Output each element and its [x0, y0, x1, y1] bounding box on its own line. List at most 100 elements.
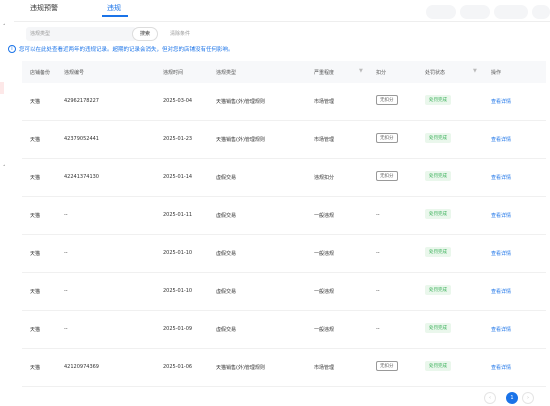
cell-type: 天猫销售(外)管理规则: [216, 99, 265, 105]
filter-icon[interactable]: ▼: [359, 68, 363, 74]
header-severity: 严重程度: [314, 70, 335, 76]
view-details-link[interactable]: 查看详情: [491, 136, 511, 143]
header-type: 违规类型: [216, 70, 237, 76]
cell-points: --: [376, 212, 380, 218]
cell-severity: 一般违规: [314, 213, 335, 219]
clear-filters-link[interactable]: 清除条件: [170, 27, 190, 41]
header-operation: 操作: [491, 70, 502, 76]
cell-type: 虚假交易: [216, 327, 237, 333]
notice-banner: i 您可以在此处查看近两年的违规记录。超期的记录会消失，但对您的店铺没有任何影响…: [8, 45, 234, 53]
cell-points: 无扣分: [376, 133, 398, 143]
status-badge: 处罚完成: [425, 247, 451, 257]
cell-points: --: [376, 326, 380, 332]
cell-id: 42120974369: [64, 364, 99, 370]
view-details-link[interactable]: 查看详情: [491, 288, 511, 295]
collapse-icon[interactable]: ˄: [3, 24, 6, 30]
active-nav-marker: [0, 82, 4, 94]
cell-severity: 一般违规: [314, 289, 335, 295]
cell-type: 虚假交易: [216, 251, 237, 257]
cell-shop: 天猫: [30, 137, 41, 143]
status-badge: 处罚完成: [425, 323, 451, 333]
cell-time: 2025-01-09: [163, 326, 193, 332]
view-details-link[interactable]: 查看详情: [491, 212, 511, 219]
cell-points: 无扣分: [376, 95, 398, 105]
cell-severity: 一般违规: [314, 327, 335, 333]
cell-shop: 天猫: [30, 365, 41, 371]
cell-severity: 市场管理: [314, 99, 335, 105]
chevron-right-icon[interactable]: ›: [522, 392, 534, 404]
view-details-link[interactable]: 查看详情: [491, 98, 511, 105]
view-details-link[interactable]: 查看详情: [491, 250, 511, 257]
cell-points: 无扣分: [376, 171, 398, 181]
status-badge: 处罚完成: [425, 171, 451, 181]
cell-severity: 一般违规: [314, 251, 335, 257]
view-details-link[interactable]: 查看详情: [491, 326, 511, 333]
cell-shop: 天猫: [30, 289, 41, 295]
top-tab-bar: 违规预警 违规: [14, 0, 550, 22]
table-row: 天猫 42962178227 2025-03-04 天猫销售(外)管理规则 市场管理 无扣…: [22, 83, 546, 121]
cell-shop: 天猫: [30, 99, 41, 105]
left-sidebar-strip: ˄ ˄: [0, 0, 14, 405]
chevron-left-icon[interactable]: ‹: [484, 392, 496, 404]
status-badge: 处罚完成: [425, 133, 451, 143]
header-time: 违规时间: [163, 70, 184, 76]
top-action-button[interactable]: [426, 5, 456, 19]
cell-time: 2025-01-11: [163, 212, 193, 218]
view-details-link[interactable]: 查看详情: [491, 174, 511, 181]
tab-violation-warning[interactable]: 违规预警: [30, 3, 58, 13]
filter-icon[interactable]: ▼: [473, 68, 477, 74]
cell-time: 2025-01-14: [163, 174, 193, 180]
top-action-button[interactable]: [532, 5, 550, 19]
table-header: 店铺备份 违规编号 违规时间 违规类型 严重程度 ▼ 扣分 处罚状态 ▼ 操作: [22, 61, 546, 83]
tab-violation[interactable]: 违规: [107, 3, 121, 13]
page-number[interactable]: 1: [506, 392, 518, 404]
status-badge: 处罚完成: [425, 361, 451, 371]
pagination: ‹ 1 ›: [484, 392, 544, 406]
cell-time: 2025-01-10: [163, 250, 193, 256]
table-row: 天猫 42379052441 2025-01-23 天猫销售(外)管理规则 市场管理 无扣…: [22, 121, 546, 159]
cell-id: --: [64, 326, 68, 332]
cell-id: --: [64, 250, 68, 256]
header-id: 违规编号: [64, 70, 85, 76]
active-tab-indicator: [102, 15, 128, 17]
filter-row: 违规类型 搜索 清除条件: [14, 27, 550, 43]
notice-text: 您可以在此处查看近两年的违规记录。超期的记录会消失，但对您的店铺没有任何影响。: [19, 47, 234, 53]
cell-severity: 市场管理: [314, 137, 335, 143]
status-badge: 处罚完成: [425, 95, 451, 105]
violation-type-select[interactable]: 违规类型: [26, 27, 136, 41]
cell-time: 2025-01-10: [163, 288, 193, 294]
status-badge: 处罚完成: [425, 209, 451, 219]
cell-id: 42241374130: [64, 174, 99, 180]
cell-shop: 天猫: [30, 251, 41, 257]
table-row: 天猫 -- 2025-01-11 虚假交易 一般违规 -- 处罚完成 查看详情: [22, 197, 546, 235]
top-action-button[interactable]: [494, 5, 528, 19]
cell-type: 天猫销售(外)管理规则: [216, 137, 265, 143]
view-details-link[interactable]: 查看详情: [491, 364, 511, 371]
collapse-icon[interactable]: ˄: [3, 165, 6, 171]
cell-id: 42962178227: [64, 98, 99, 104]
cell-shop: 天猫: [30, 327, 41, 333]
search-button[interactable]: 搜索: [132, 27, 158, 41]
header-status: 处罚状态: [425, 70, 446, 76]
cell-id: 42379052441: [64, 136, 99, 142]
table-row: 天猫 -- 2025-01-09 虚假交易 一般违规 -- 处罚完成 查看详情: [22, 311, 546, 349]
cell-id: --: [64, 288, 68, 294]
top-action-button[interactable]: [460, 5, 490, 19]
table-row: 天猫 -- 2025-01-10 虚假交易 一般违规 -- 处罚完成 查看详情: [22, 273, 546, 311]
status-badge: 处罚完成: [425, 285, 451, 295]
table-row: 天猫 -- 2025-01-10 虚假交易 一般违规 -- 处罚完成 查看详情: [22, 235, 546, 273]
cell-type: 虚假交易: [216, 175, 237, 181]
table-row: 天猫 42241374130 2025-01-14 虚假交易 违规扣分 无扣分 处罚完成 查看…: [22, 159, 546, 197]
cell-type: 虚假交易: [216, 213, 237, 219]
cell-type: 虚假交易: [216, 289, 237, 295]
cell-shop: 天猫: [30, 213, 41, 219]
info-icon: i: [8, 45, 16, 53]
cell-points: --: [376, 250, 380, 256]
cell-points: --: [376, 288, 380, 294]
cell-points: 无扣分: [376, 361, 398, 371]
header-shop: 店铺备份: [30, 70, 51, 76]
violations-table: 店铺备份 违规编号 违规时间 违规类型 严重程度 ▼ 扣分 处罚状态 ▼ 操作 …: [22, 61, 546, 387]
cell-time: 2025-03-04: [163, 98, 193, 104]
cell-time: 2025-01-06: [163, 364, 193, 370]
table-body: 天猫 42962178227 2025-03-04 天猫销售(外)管理规则 市场管理 无扣…: [22, 83, 546, 387]
